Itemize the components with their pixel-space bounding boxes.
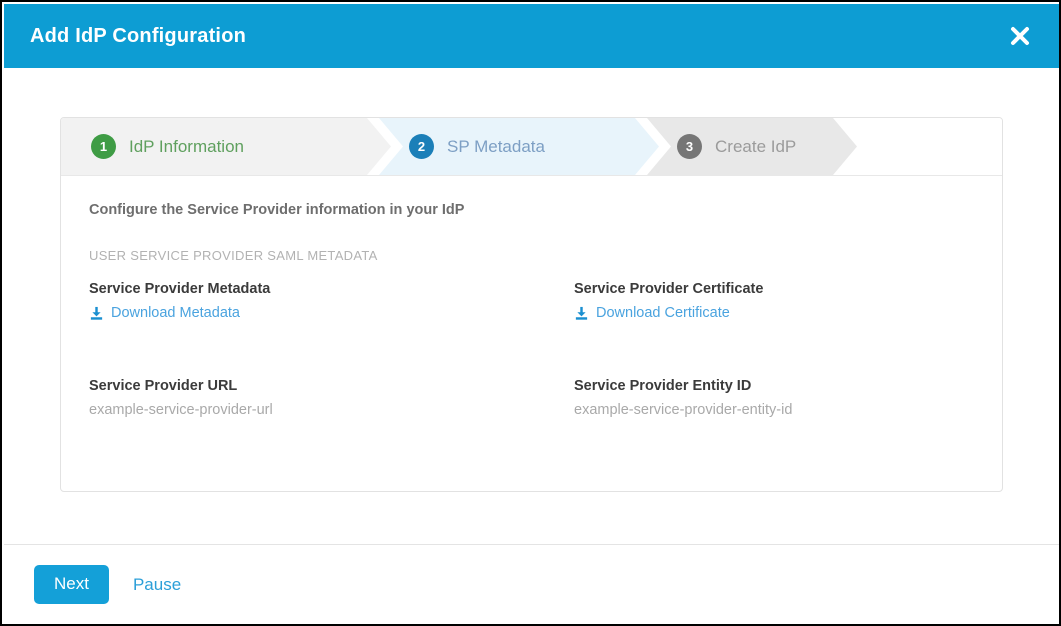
field-title: Service Provider Entity ID xyxy=(574,377,752,394)
field-service-provider-url: Service Provider URL example-service-pro… xyxy=(89,378,574,418)
next-button[interactable]: Next xyxy=(34,565,109,604)
download-icon xyxy=(575,306,588,320)
field-title: Service Provider Certificate xyxy=(574,281,764,297)
step-number-1: 1 xyxy=(91,134,116,159)
modal-body: 1 IdP Information 2 SP Metadata 3 Create… xyxy=(4,68,1059,544)
download-metadata-label: Download Metadata xyxy=(111,305,240,321)
step-idp-information[interactable]: 1 IdP Information xyxy=(61,118,391,175)
step-label-idp-information: IdP Information xyxy=(129,136,244,156)
field-title: Service Provider Metadata xyxy=(89,281,271,297)
page-title: Add IdP Configuration xyxy=(30,24,247,47)
download-icon xyxy=(90,306,103,320)
service-provider-entity-id-value: example-service-provider-entity-id xyxy=(574,401,793,418)
section-label: USER SERVICE PROVIDER SAML METADATA xyxy=(89,248,378,263)
modal-footer: Next Pause xyxy=(4,544,1059,624)
step-label-sp-metadata: SP Metadata xyxy=(447,136,545,156)
field-service-provider-certificate: Service Provider Certificate Download Ce… xyxy=(574,281,974,326)
field-service-provider-entity-id: Service Provider Entity ID example-servi… xyxy=(574,378,974,418)
wizard-content: Configure the Service Provider informati… xyxy=(61,176,1002,418)
add-idp-configuration-modal: Add IdP Configuration 1 IdP Information xyxy=(0,0,1061,626)
wizard-card: 1 IdP Information 2 SP Metadata 3 Create… xyxy=(60,117,1003,492)
intro-text: Configure the Service Provider informati… xyxy=(89,202,465,218)
step-sp-metadata[interactable]: 2 SP Metadata xyxy=(379,118,659,175)
stepper: 1 IdP Information 2 SP Metadata 3 Create… xyxy=(61,118,1002,176)
step-create-idp[interactable]: 3 Create IdP xyxy=(647,118,857,175)
step-label-create-idp: Create IdP xyxy=(715,136,797,156)
download-certificate-label: Download Certificate xyxy=(596,305,730,321)
field-service-provider-metadata: Service Provider Metadata Download Metad… xyxy=(89,281,574,326)
service-provider-url-value: example-service-provider-url xyxy=(89,401,273,418)
download-certificate-link[interactable]: Download Certificate xyxy=(574,305,730,321)
step-number-3: 3 xyxy=(677,134,702,159)
metadata-grid: Service Provider Metadata Download Metad… xyxy=(89,281,974,418)
modal-header: Add IdP Configuration xyxy=(4,4,1059,68)
close-icon[interactable] xyxy=(1003,19,1037,53)
step-number-2: 2 xyxy=(409,134,434,159)
field-title: Service Provider URL xyxy=(89,377,238,394)
pause-link[interactable]: Pause xyxy=(133,575,181,595)
download-metadata-link[interactable]: Download Metadata xyxy=(89,305,240,321)
